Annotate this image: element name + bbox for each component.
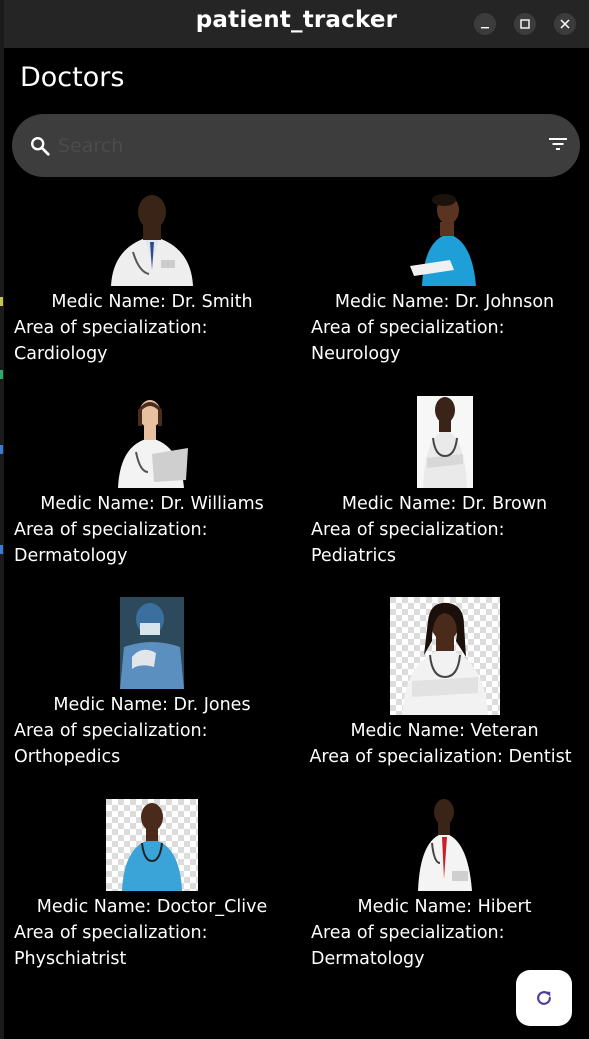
doctor-name: Medic Name: Dr. Williams <box>40 493 264 514</box>
close-icon <box>560 19 570 29</box>
minimize-button[interactable] <box>474 13 496 35</box>
doctor-specialization: Area of specialization: Dermatology <box>14 519 208 566</box>
doctor-photo <box>417 798 472 891</box>
doctor-card[interactable]: Medic Name: Dr. Jones Area of specializa… <box>4 593 300 795</box>
doctor-photo <box>118 399 188 488</box>
doctor-name: Medic Name: Dr. Jones <box>53 695 251 715</box>
doctor-name: Medic Name: Doctor_Clive <box>36 896 268 917</box>
doctor-specialization: Area of specialization: Pediatrics <box>311 519 505 566</box>
doctor-photo <box>389 597 500 715</box>
doctor-card[interactable]: Medic Name: Dr. Brown Area of specializa… <box>300 392 589 594</box>
close-button[interactable] <box>554 13 576 35</box>
maximize-button[interactable] <box>514 13 536 35</box>
search-input[interactable] <box>56 130 530 162</box>
doctor-specialization: Area of specialization: Neurology <box>311 318 505 364</box>
search-icon <box>31 137 50 156</box>
doctor-photo <box>120 597 184 689</box>
doctor-name: Medic Name: Dr. Brown <box>341 493 548 514</box>
doctor-card[interactable]: Medic Name: Dr. Smith Area of specializa… <box>4 190 300 392</box>
doctor-card[interactable]: Medic Name: Veteran Area of specializati… <box>300 593 589 795</box>
app-window: patient_tracker Doctors Search Medic Nam… <box>4 0 589 1039</box>
window-title: patient_tracker <box>195 7 398 33</box>
doctor-specialization: Area of specialization: Dermatology <box>311 922 505 969</box>
doctor-card[interactable]: Medic Name: Hibert Area of specializatio… <box>300 795 589 997</box>
refresh-icon <box>537 991 551 1005</box>
doctor-specialization: Area of specialization: Cardiology <box>14 318 208 364</box>
search-bar[interactable] <box>12 114 580 177</box>
doctor-card[interactable]: Medic Name: Doctor_Clive Area of special… <box>4 795 300 997</box>
filter-icon[interactable] <box>548 136 568 152</box>
doctor-photo <box>106 798 198 891</box>
doctor-photo <box>416 395 473 488</box>
doctor-card[interactable]: Medic Name: Dr. Williams Area of special… <box>4 392 300 594</box>
refresh-button[interactable] <box>516 970 572 1026</box>
doctor-name: Medic Name: Veteran <box>350 721 539 741</box>
maximize-icon <box>520 19 530 29</box>
doctor-card[interactable]: Medic Name: Dr. Johnson Area of speciali… <box>300 190 589 392</box>
doctor-specialization: Area of specialization: Physchiatrist <box>14 922 208 969</box>
minimize-icon <box>481 27 489 29</box>
page-title: Doctors <box>20 62 125 93</box>
doctor-name: Medic Name: Hibert <box>357 896 532 917</box>
doctor-photo <box>111 195 193 286</box>
doctor-specialization: Area of specialization: Orthopedics <box>14 721 208 767</box>
doctor-photo <box>409 194 476 286</box>
doctor-name: Medic Name: Dr. Smith <box>51 292 253 312</box>
doctor-specialization: Area of specialization: Dentist <box>309 747 572 767</box>
doctor-grid: Medic Name: Dr. Smith Area of specializa… <box>4 190 589 996</box>
title-bar[interactable]: patient_tracker <box>4 0 589 48</box>
doctor-name: Medic Name: Dr. Johnson <box>334 292 555 312</box>
